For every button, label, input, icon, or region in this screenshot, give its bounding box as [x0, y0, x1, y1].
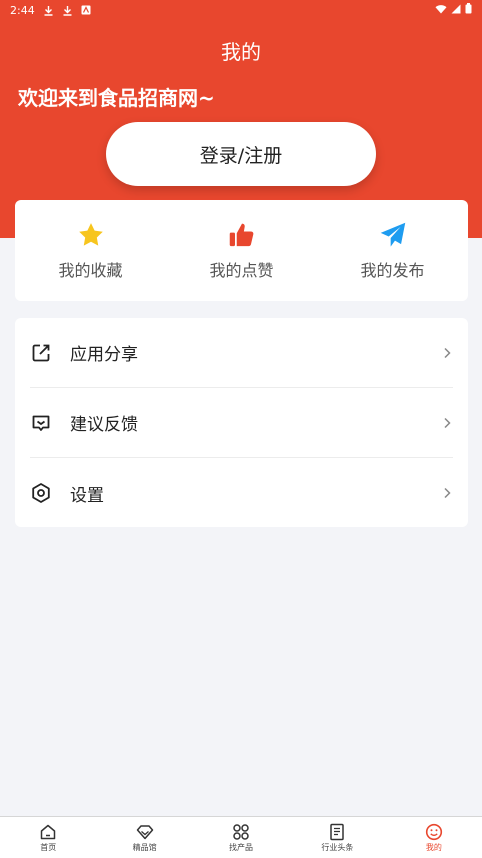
bottom-tab-bar: 首页 精品馆 找产品 行业头条 我的 [0, 816, 482, 858]
battery-icon [465, 3, 472, 17]
grid-icon [232, 823, 250, 841]
chevron-right-icon [441, 487, 453, 499]
menu-item-settings-label: 设置 [70, 485, 104, 506]
settings-icon [30, 482, 52, 504]
tab-home[interactable]: 首页 [0, 817, 96, 858]
menu-item-settings[interactable]: 设置 [30, 458, 453, 528]
tab-mine[interactable]: 我的 [386, 817, 482, 858]
menu-item-share[interactable]: 应用分享 [30, 318, 453, 388]
tab-industry-news-label: 行业头条 [321, 842, 354, 852]
menu-item-feedback-label: 建议反馈 [70, 415, 138, 435]
app-notification-icon [81, 5, 92, 16]
news-icon [328, 823, 346, 841]
download-icon [62, 5, 73, 16]
share-icon [30, 342, 52, 364]
wifi-icon [435, 4, 447, 17]
thumbs-up-icon [228, 221, 256, 249]
tab-home-label: 首页 [40, 842, 57, 852]
menu-item-share-label: 应用分享 [70, 345, 138, 365]
quick-actions-card: 我的收藏 我的点赞 我的发布 [15, 200, 468, 301]
menu-item-feedback[interactable]: 建议反馈 [30, 388, 453, 458]
my-likes-button[interactable]: 我的点赞 [167, 221, 317, 281]
my-posts-label: 我的发布 [360, 260, 425, 280]
tab-boutique[interactable]: 精品馆 [96, 817, 192, 858]
tab-industry-news[interactable]: 行业头条 [289, 817, 385, 858]
diamond-icon [136, 823, 154, 841]
tab-boutique-label: 精品馆 [132, 842, 157, 852]
paper-plane-icon [379, 221, 407, 249]
status-time: 2:44 [10, 3, 35, 17]
star-icon [77, 221, 105, 249]
tab-find-products[interactable]: 找产品 [193, 817, 289, 858]
profile-icon [425, 823, 443, 841]
tab-find-products-label: 找产品 [229, 842, 254, 852]
chevron-right-icon [441, 417, 453, 429]
my-favorites-label: 我的收藏 [58, 260, 123, 280]
home-icon [39, 823, 57, 841]
welcome-text: 欢迎来到食品招商网~ [18, 86, 215, 110]
chevron-right-icon [441, 347, 453, 359]
my-likes-label: 我的点赞 [209, 260, 274, 280]
tab-mine-label: 我的 [425, 842, 442, 852]
page-title: 我的 [221, 40, 261, 64]
my-favorites-button[interactable]: 我的收藏 [16, 221, 166, 281]
signal-icon [451, 4, 461, 17]
feedback-icon [30, 412, 52, 434]
menu-card: 应用分享 建议反馈 设置 [15, 318, 468, 527]
login-register-button[interactable]: 登录/注册 [106, 122, 376, 186]
download-icon [43, 5, 54, 16]
status-bar: 2:44 [0, 0, 482, 20]
my-posts-button[interactable]: 我的发布 [318, 221, 468, 281]
